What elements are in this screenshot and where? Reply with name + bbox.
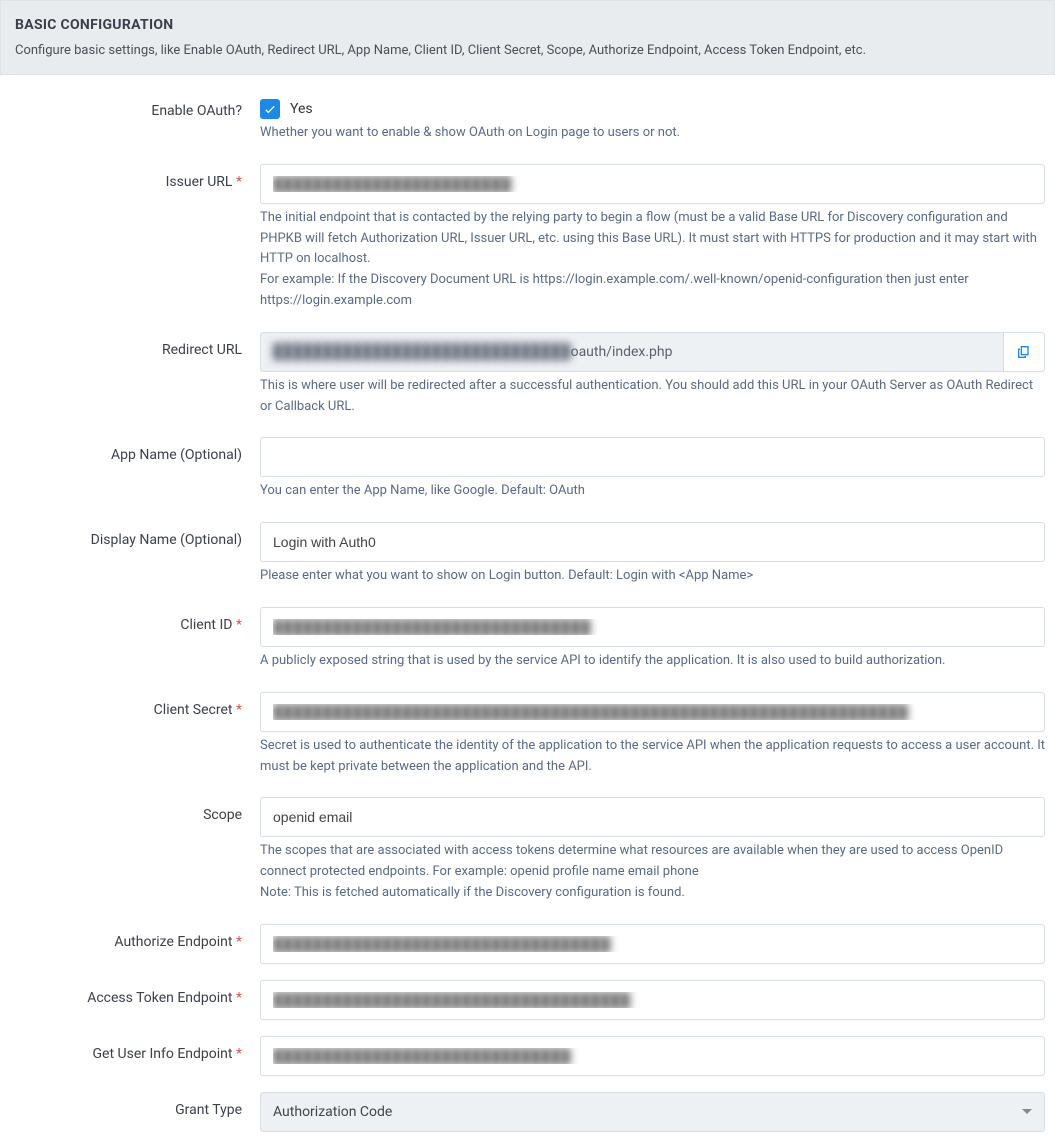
authorize-endpoint-label: Authorize Endpoint *	[10, 924, 260, 950]
chevron-down-icon	[1022, 1109, 1032, 1114]
app-name-input[interactable]	[260, 437, 1045, 477]
client-id-label: Client ID *	[10, 607, 260, 633]
scope-label: Scope	[10, 797, 260, 823]
enable-oauth-label: Enable OAuth?	[10, 93, 260, 119]
redirect-url-label: Redirect URL	[10, 332, 260, 358]
issuer-url-help: The initial endpoint that is contacted b…	[260, 208, 1045, 312]
display-name-label: Display Name (Optional)	[10, 522, 260, 548]
issuer-url-label: Issuer URL *	[10, 164, 260, 190]
user-info-endpoint-label: Get User Info Endpoint *	[10, 1036, 260, 1062]
check-icon	[263, 102, 277, 116]
copy-icon	[1016, 344, 1032, 360]
redirect-url-value: ██████████████████████████████oauth/inde…	[260, 332, 1003, 372]
config-header-title: BASIC CONFIGURATION	[15, 17, 1040, 33]
display-name-help: Please enter what you want to show on Lo…	[260, 566, 1045, 587]
display-name-input[interactable]	[260, 522, 1045, 562]
app-name-help: You can enter the App Name, like Google.…	[260, 481, 1045, 502]
authorize-endpoint-input[interactable]	[260, 924, 1045, 964]
scope-help: The scopes that are associated with acce…	[260, 841, 1045, 903]
client-secret-label: Client Secret *	[10, 692, 260, 718]
config-form: Enable OAuth? Yes Whether you want to en…	[0, 75, 1055, 1148]
issuer-url-input[interactable]	[260, 164, 1045, 204]
scope-input[interactable]	[260, 797, 1045, 837]
enable-oauth-checkbox[interactable]	[260, 99, 280, 119]
user-info-endpoint-input[interactable]	[260, 1036, 1045, 1076]
config-header-subtitle: Configure basic settings, like Enable OA…	[15, 43, 1040, 58]
access-token-endpoint-label: Access Token Endpoint *	[10, 980, 260, 1006]
app-name-label: App Name (Optional)	[10, 437, 260, 463]
grant-type-selected-value: Authorization Code	[273, 1104, 392, 1120]
enable-oauth-help: Whether you want to enable & show OAuth …	[260, 123, 1045, 144]
enable-oauth-checkbox-label: Yes	[290, 101, 313, 117]
grant-type-select[interactable]: Authorization Code	[260, 1092, 1045, 1132]
access-token-endpoint-input[interactable]	[260, 980, 1045, 1020]
client-id-help: A publicly exposed string that is used b…	[260, 651, 1045, 672]
redirect-url-help: This is where user will be redirected af…	[260, 376, 1045, 418]
copy-redirect-url-button[interactable]	[1003, 332, 1045, 372]
config-header: BASIC CONFIGURATION Configure basic sett…	[0, 0, 1055, 75]
client-secret-input[interactable]	[260, 692, 1045, 732]
grant-type-label: Grant Type	[10, 1092, 260, 1118]
client-id-input[interactable]	[260, 607, 1045, 647]
client-secret-help: Secret is used to authenticate the ident…	[260, 736, 1045, 778]
